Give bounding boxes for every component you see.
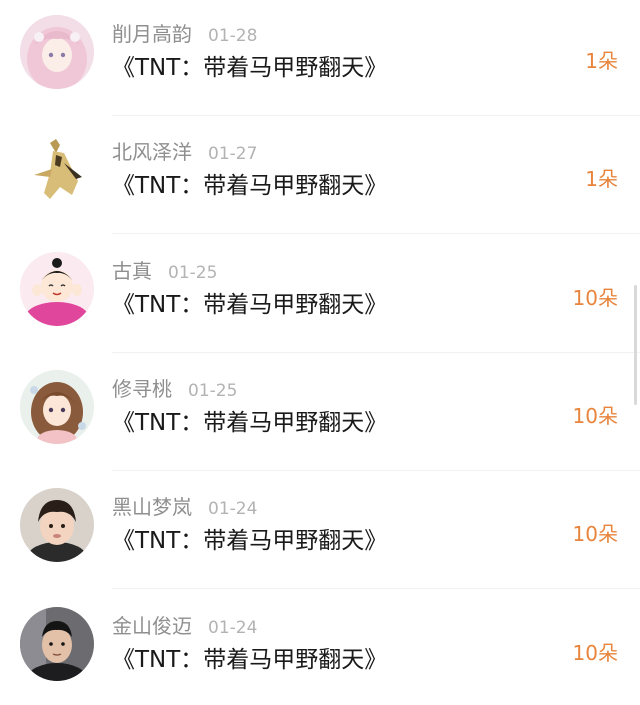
- avatar[interactable]: [20, 607, 94, 681]
- book-title[interactable]: 《TNT：带着马甲野翻天》: [112, 405, 387, 441]
- cartoon-girl-pink-avatar-icon: [20, 252, 94, 326]
- date: 01-25: [188, 381, 238, 401]
- list-item[interactable]: 北风泽洋 01-27 《TNT：带着马甲野翻天》 1朵: [0, 116, 640, 234]
- date: 01-25: [168, 263, 218, 283]
- book-title[interactable]: 《TNT：带着马甲野翻天》: [112, 642, 387, 678]
- avatar[interactable]: [20, 15, 94, 89]
- flower-count: 1朵: [585, 167, 618, 191]
- name-line: 削月高韵 01-28: [112, 18, 257, 50]
- scrollbar[interactable]: [634, 285, 637, 405]
- divider: [112, 233, 640, 234]
- avatar[interactable]: [20, 252, 94, 326]
- flower-count: 10朵: [572, 404, 618, 428]
- name-line: 金山俊迈 01-24: [112, 610, 257, 642]
- book-title[interactable]: 《TNT：带着马甲野翻天》: [112, 50, 387, 86]
- list-item[interactable]: 古真 01-25 《TNT：带着马甲野翻天》 10朵: [0, 235, 640, 353]
- anime-girl-pink-hair-avatar-icon: [20, 15, 94, 89]
- date: 01-24: [208, 618, 258, 638]
- user-name[interactable]: 北风泽洋: [112, 140, 192, 164]
- date: 01-24: [208, 499, 258, 519]
- man-photo-avatar-icon: [20, 607, 94, 681]
- user-name[interactable]: 修寻桃: [112, 377, 172, 401]
- user-name[interactable]: 金山俊迈: [112, 614, 192, 638]
- divider: [112, 588, 640, 589]
- list-item[interactable]: 黑山梦岚 01-24 《TNT：带着马甲野翻天》 10朵: [0, 471, 640, 589]
- list-item[interactable]: 金山俊迈 01-24 《TNT：带着马甲野翻天》 10朵: [0, 590, 640, 705]
- book-title[interactable]: 《TNT：带着马甲野翻天》: [112, 168, 387, 204]
- child-photo-avatar-icon: [20, 488, 94, 562]
- user-name[interactable]: 削月高韵: [112, 22, 192, 46]
- gift-record-list: 削月高韵 01-28 《TNT：带着马甲野翻天》 1朵 北风泽洋 01-27 《TN…: [0, 0, 640, 705]
- name-line: 修寻桃 01-25: [112, 373, 237, 405]
- flower-count: 10朵: [572, 286, 618, 310]
- name-line: 古真 01-25: [112, 255, 217, 287]
- date: 01-27: [208, 144, 258, 164]
- avatar[interactable]: [20, 488, 94, 562]
- flower-count: 1朵: [585, 49, 618, 73]
- name-line: 北风泽洋 01-27: [112, 136, 257, 168]
- date: 01-28: [208, 26, 258, 46]
- book-title[interactable]: 《TNT：带着马甲野翻天》: [112, 287, 387, 323]
- list-item[interactable]: 修寻桃 01-25 《TNT：带着马甲野翻天》 10朵: [0, 353, 640, 471]
- flower-count: 10朵: [572, 641, 618, 665]
- flower-count: 10朵: [572, 522, 618, 546]
- book-title[interactable]: 《TNT：带着马甲野翻天》: [112, 523, 387, 559]
- name-line: 黑山梦岚 01-24: [112, 491, 257, 523]
- avatar[interactable]: [20, 133, 94, 207]
- user-name[interactable]: 黑山梦岚: [112, 495, 192, 519]
- golden-figure-avatar-icon: [20, 133, 94, 207]
- list-item[interactable]: 削月高韵 01-28 《TNT：带着马甲野翻天》 1朵: [0, 0, 640, 116]
- user-name[interactable]: 古真: [112, 259, 152, 283]
- avatar[interactable]: [20, 370, 94, 444]
- anime-girl-brown-hair-avatar-icon: [20, 370, 94, 444]
